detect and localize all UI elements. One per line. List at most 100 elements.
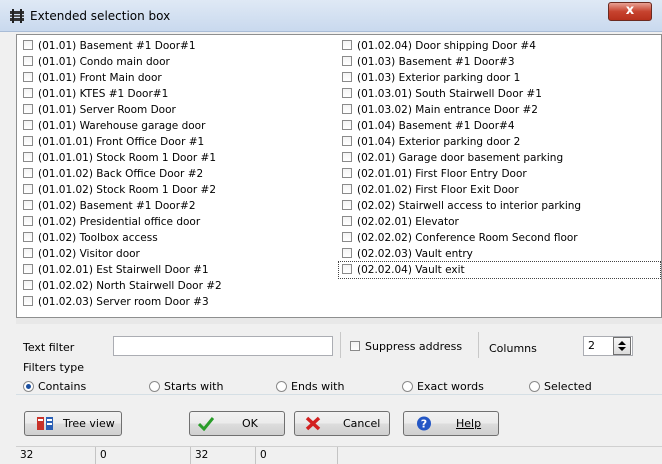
list-item[interactable]: (01.02.04) Door shipping Door #4 <box>342 38 660 54</box>
spin-arrows-icon[interactable] <box>614 338 630 354</box>
list-item[interactable]: (01.01) Warehouse garage door <box>23 118 222 134</box>
radio-exact-words-dot[interactable] <box>402 381 413 392</box>
list-item-checkbox[interactable] <box>342 264 352 274</box>
status-selected-right: 0 <box>256 447 338 464</box>
list-item-checkbox[interactable] <box>23 280 33 290</box>
list-item[interactable]: (01.03) Basement #1 Door#3 <box>342 54 660 70</box>
list-item[interactable]: (01.01.02) Back Office Door #2 <box>23 166 222 182</box>
help-button[interactable]: ? Help <box>403 411 499 436</box>
list-item[interactable]: (01.01) KTES #1 Door#1 <box>23 86 222 102</box>
list-item-checkbox[interactable] <box>23 136 33 146</box>
list-item-checkbox[interactable] <box>23 152 33 162</box>
list-item-checkbox[interactable] <box>23 232 33 242</box>
close-button[interactable]: x <box>608 2 652 21</box>
ok-button[interactable]: OK <box>189 411 285 436</box>
list-item[interactable]: (01.03.01) South Stairwell Door #1 <box>342 86 660 102</box>
list-item-checkbox[interactable] <box>23 216 33 226</box>
list-item[interactable]: (01.01.01) Stock Room 1 Door #1 <box>23 150 222 166</box>
tree-view-button[interactable]: Tree view <box>24 411 122 436</box>
radio-starts-with[interactable]: Starts with <box>149 380 223 393</box>
list-item[interactable]: (01.01.02) Stock Room 1 Door #2 <box>23 182 222 198</box>
list-item-checkbox[interactable] <box>342 168 352 178</box>
list-item-checkbox[interactable] <box>342 136 352 146</box>
list-item[interactable]: (01.02) Presidential office door <box>23 214 222 230</box>
list-item[interactable]: (01.03) Exterior parking door 1 <box>342 70 660 86</box>
list-item-checkbox[interactable] <box>342 56 352 66</box>
list-item-label: (01.04) Basement #1 Door#4 <box>357 120 515 132</box>
list-item-checkbox[interactable] <box>23 88 33 98</box>
radio-exact-words-label: Exact words <box>417 380 484 393</box>
suppress-address-box[interactable] <box>350 341 360 351</box>
list-item-checkbox[interactable] <box>23 72 33 82</box>
list-item[interactable]: (02.02.03) Vault entry <box>342 246 660 262</box>
list-item[interactable]: (02.01.02) First Floor Exit Door <box>342 182 660 198</box>
list-item-checkbox[interactable] <box>342 200 352 210</box>
list-item[interactable]: (01.02.01) Est Stairwell Door #1 <box>23 262 222 278</box>
list-item[interactable]: (01.03.02) Main entrance Door #2 <box>342 102 660 118</box>
list-item-checkbox[interactable] <box>23 296 33 306</box>
status-total-left: 32 <box>16 447 96 464</box>
list-item[interactable]: (01.01) Front Main door <box>23 70 222 86</box>
list-item-checkbox[interactable] <box>23 184 33 194</box>
list-item-checkbox[interactable] <box>342 248 352 258</box>
list-item[interactable]: (02.01.01) First Floor Entry Door <box>342 166 660 182</box>
ok-label: OK <box>242 417 258 430</box>
list-item-checkbox[interactable] <box>23 120 33 130</box>
list-item-checkbox[interactable] <box>23 248 33 258</box>
list-item-checkbox[interactable] <box>342 88 352 98</box>
list-item-checkbox[interactable] <box>342 120 352 130</box>
door-selection-list[interactable]: (01.01) Basement #1 Door#1 (01.01) Condo … <box>16 34 662 318</box>
list-item-label: (02.01.02) First Floor Exit Door <box>357 184 519 196</box>
list-item[interactable]: (01.01) Basement #1 Door#1 <box>23 38 222 54</box>
radio-exact-words[interactable]: Exact words <box>402 380 484 393</box>
list-item-checkbox[interactable] <box>23 200 33 210</box>
text-filter-input[interactable] <box>113 336 333 356</box>
radio-starts-with-dot[interactable] <box>149 381 160 392</box>
list-item[interactable]: (01.02.03) Server room Door #3 <box>23 294 222 310</box>
status-bar: 32 0 32 0 <box>16 446 662 464</box>
list-item[interactable]: (01.02.02) North Stairwell Door #2 <box>23 278 222 294</box>
list-item-label: (01.01) Basement #1 Door#1 <box>38 40 196 52</box>
list-item[interactable]: (02.02.02) Conference Room Second floor <box>342 230 660 246</box>
list-item[interactable]: (01.01.01) Front Office Door #1 <box>23 134 222 150</box>
list-item-checkbox[interactable] <box>23 168 33 178</box>
list-item[interactable]: (02.01) Garage door basement parking <box>342 150 660 166</box>
radio-contains-dot[interactable] <box>23 381 34 392</box>
list-item-checkbox[interactable] <box>342 216 352 226</box>
list-item[interactable]: (01.04) Exterior parking door 2 <box>342 134 660 150</box>
radio-ends-with-dot[interactable] <box>276 381 287 392</box>
list-item-checkbox[interactable] <box>342 184 352 194</box>
horizontal-scrollbar[interactable] <box>16 318 662 324</box>
list-item[interactable]: (02.02.04) Vault exit <box>338 261 661 279</box>
columns-spinner[interactable] <box>613 337 631 355</box>
list-item-checkbox[interactable] <box>23 40 33 50</box>
list-item[interactable]: (01.01) Server Room Door <box>23 102 222 118</box>
list-item[interactable]: (02.02) Stairwell access to interior par… <box>342 198 660 214</box>
radio-selected-dot[interactable] <box>529 381 540 392</box>
list-item[interactable]: (02.02.01) Elevator <box>342 214 660 230</box>
list-item-checkbox[interactable] <box>23 56 33 66</box>
list-item-label: (02.02.02) Conference Room Second floor <box>357 232 578 244</box>
list-item-checkbox[interactable] <box>342 40 352 50</box>
list-item-checkbox[interactable] <box>342 232 352 242</box>
list-item-label: (01.03) Exterior parking door 1 <box>357 72 521 84</box>
list-item-label: (01.02.03) Server room Door #3 <box>38 296 209 308</box>
list-item-checkbox[interactable] <box>23 264 33 274</box>
radio-ends-with[interactable]: Ends with <box>276 380 344 393</box>
list-item-label: (01.03.02) Main entrance Door #2 <box>357 104 538 116</box>
list-item[interactable]: (01.01) Condo main door <box>23 54 222 70</box>
list-item[interactable]: (01.02) Toolbox access <box>23 230 222 246</box>
list-item-checkbox[interactable] <box>23 104 33 114</box>
list-item-checkbox[interactable] <box>342 104 352 114</box>
list-item[interactable]: (01.04) Basement #1 Door#4 <box>342 118 660 134</box>
list-item[interactable]: (01.02) Visitor door <box>23 246 222 262</box>
cancel-button[interactable]: Cancel <box>294 411 390 436</box>
list-item[interactable]: (01.02) Basement #1 Door#2 <box>23 198 222 214</box>
suppress-address-checkbox[interactable]: Suppress address <box>350 340 462 353</box>
radio-contains[interactable]: Contains <box>23 380 86 393</box>
list-item-checkbox[interactable] <box>342 72 352 82</box>
list-item-checkbox[interactable] <box>342 152 352 162</box>
radio-selected[interactable]: Selected <box>529 380 592 393</box>
list-item-label: (01.01) Server Room Door <box>38 104 176 116</box>
help-icon: ? <box>417 416 431 431</box>
